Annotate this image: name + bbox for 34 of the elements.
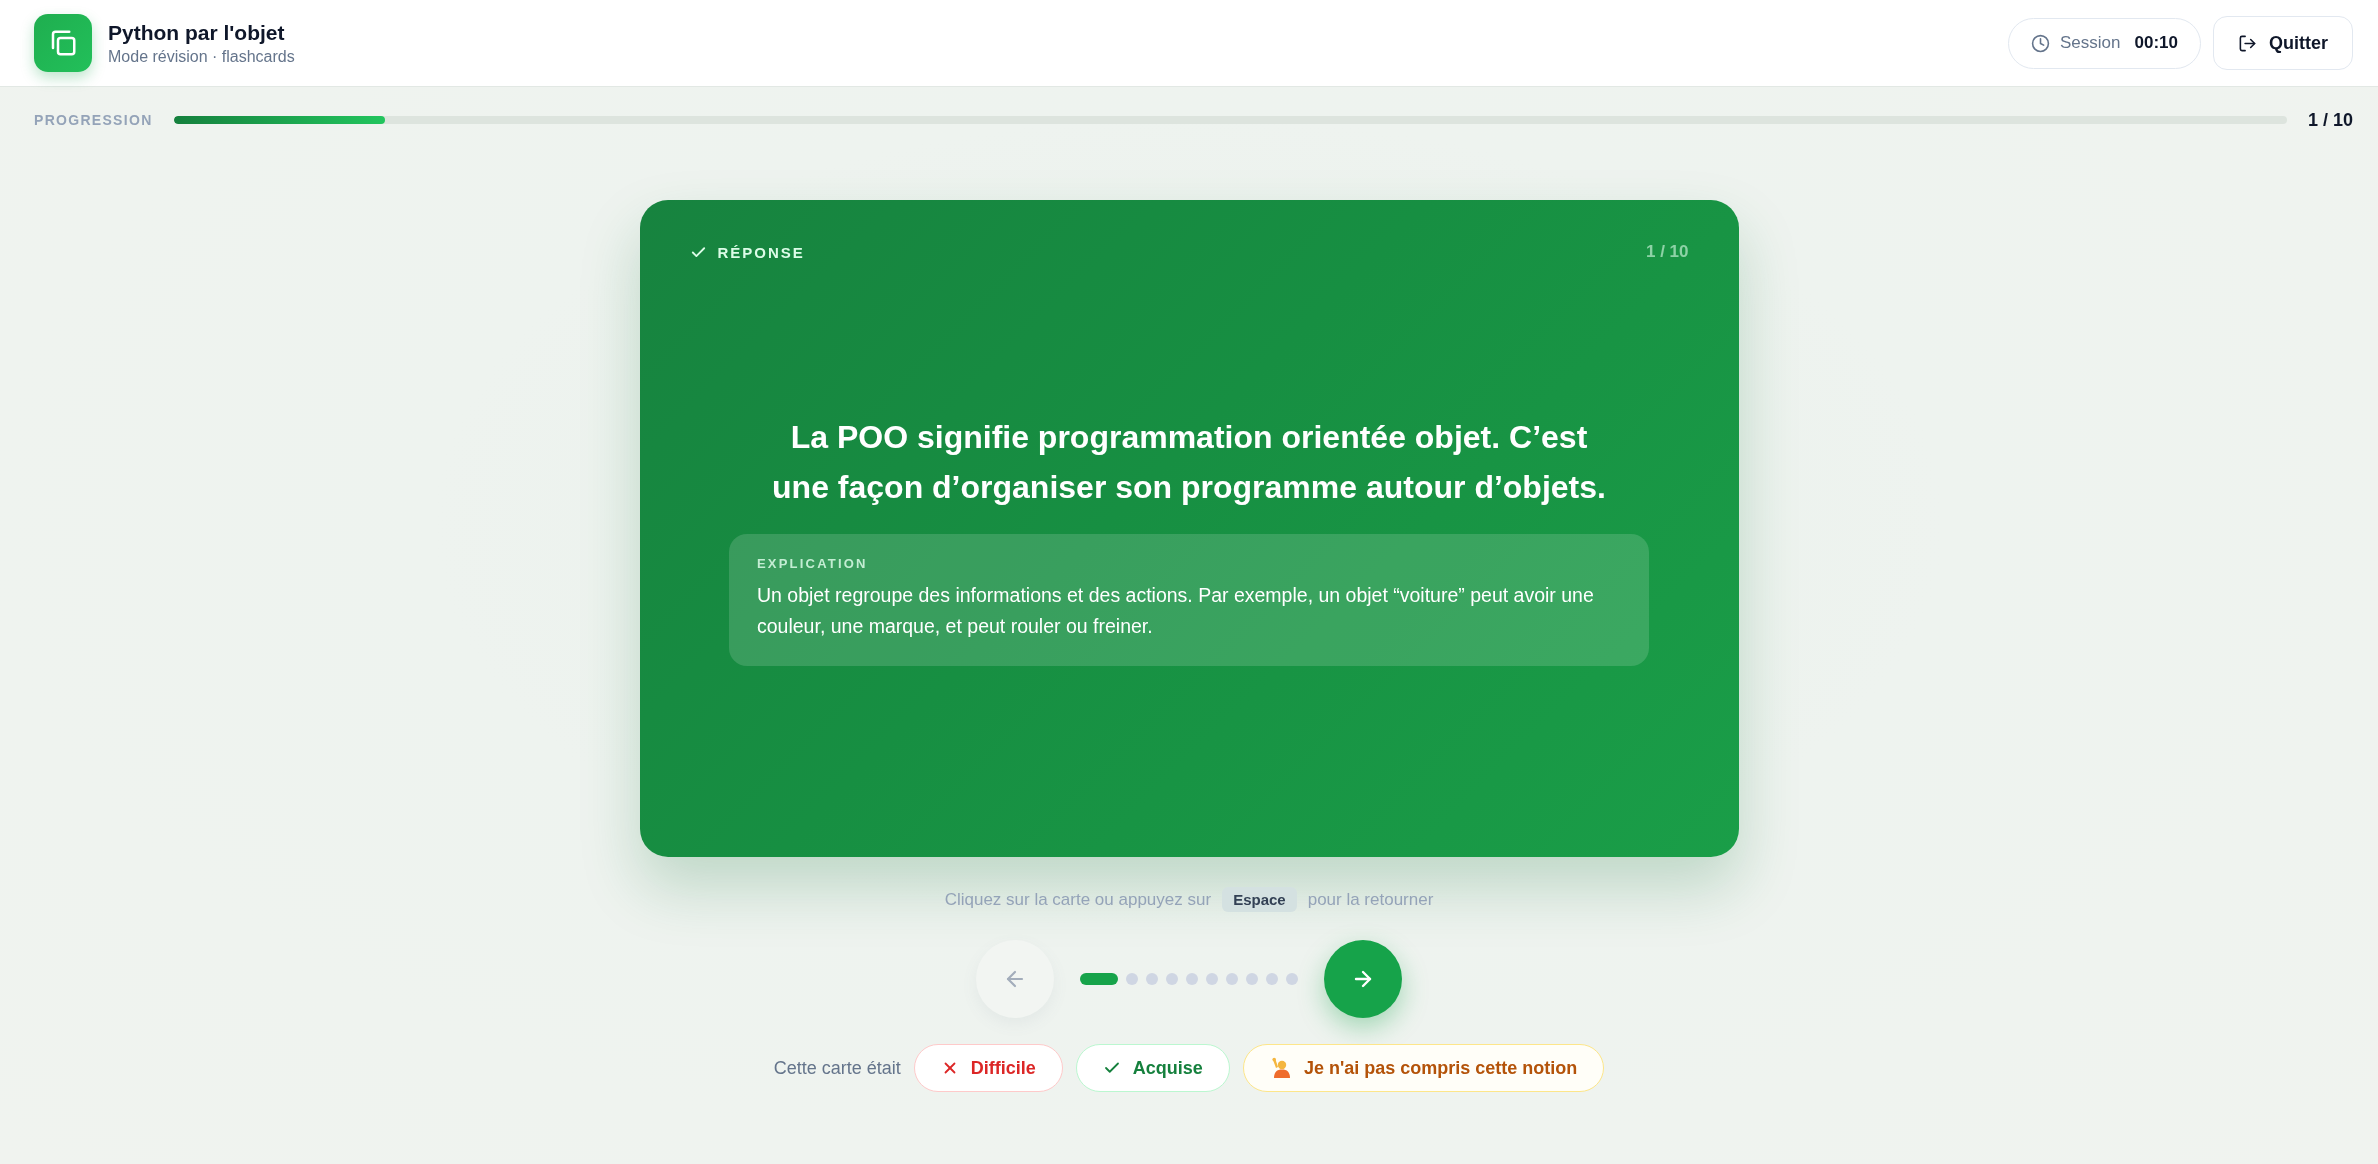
session-time: 00:10 — [2134, 33, 2178, 53]
page-dot[interactable] — [1166, 973, 1178, 985]
page-dot[interactable] — [1226, 973, 1238, 985]
session-label: Session — [2060, 33, 2121, 53]
app-title: Python par l'objet — [108, 20, 286, 45]
card-face-label: RÉPONSE — [717, 243, 805, 261]
exit-icon — [2238, 33, 2257, 53]
app-subtitle: Mode révision · flashcards — [108, 47, 295, 66]
progress-label: PROGRESSION — [34, 112, 153, 128]
explanation-text: Un objet regroupe des informations et des actions. Par exemple, un objet “voiture” peut avoir une couleur, une marque, et peut rouler ou freiner. — [757, 582, 1595, 639]
page-dot[interactable] — [1206, 973, 1218, 985]
page-dot[interactable] — [1266, 973, 1278, 985]
rating-button[interactable]: Acquise — [1075, 1044, 1230, 1092]
key-label: Espace — [1222, 887, 1297, 912]
page-dot[interactable] — [1246, 973, 1258, 985]
page-dot[interactable] — [1186, 973, 1198, 985]
flashcard[interactable] — [639, 200, 1739, 857]
quit-button[interactable]: Quitter — [2213, 16, 2353, 70]
card-position: 1 / 10 — [1645, 242, 1689, 262]
person-raising-hand-icon — [1269, 1057, 1292, 1079]
progress-count: 1 / 10 — [2307, 109, 2353, 131]
rating-label: Cette carte était — [773, 1057, 901, 1079]
next-button[interactable] — [1324, 940, 1402, 1018]
clock-icon — [2031, 33, 2050, 53]
page-dot[interactable] — [1126, 973, 1138, 985]
logo-icon — [34, 14, 92, 72]
rating-button[interactable]: Difficile — [913, 1044, 1063, 1092]
hint-text: Cliquez sur la carte ou appuyez sur — [944, 889, 1212, 910]
page-dot[interactable] — [1146, 973, 1158, 985]
rating-button[interactable]: Je n'ai pas compris cette notion — [1242, 1044, 1605, 1092]
hint-text: pour la retourner — [1307, 889, 1434, 910]
explanation-label: EXPLICATION — [757, 555, 869, 571]
page-dot[interactable] — [1286, 973, 1298, 985]
answer-text: La POO signifie programmation orientée objet. C’est une façon d’organiser son programme autour d’objets. — [771, 417, 1607, 507]
